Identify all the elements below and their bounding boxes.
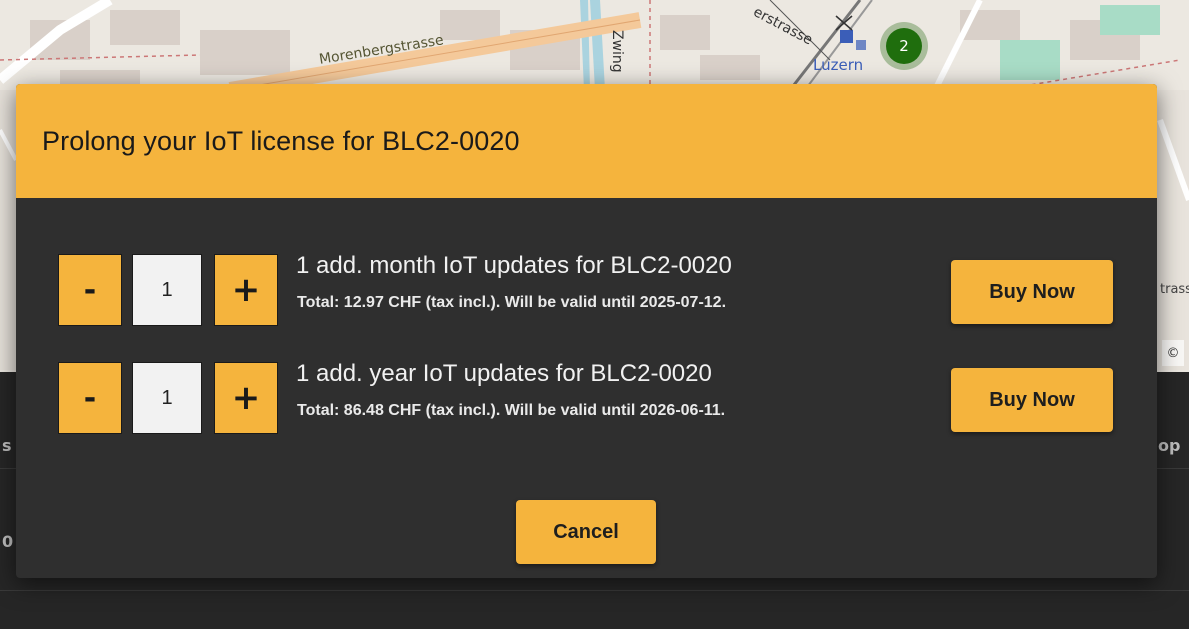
decrement-button[interactable]: - xyxy=(58,362,122,434)
buy-now-button-year[interactable]: Buy Now xyxy=(951,368,1113,432)
offer-title: 1 add. year IoT updates for BLC2-0020 xyxy=(296,360,712,387)
cancel-button[interactable]: Cancel xyxy=(516,500,656,564)
map-copyright-icon[interactable]: © xyxy=(1162,340,1184,366)
offer-row-month: - + 1 add. month IoT updates for BLC2-00… xyxy=(58,252,1128,328)
increment-button[interactable]: + xyxy=(214,254,278,326)
offer-total: Total: 86.48 CHF (tax incl.). Will be va… xyxy=(297,402,726,419)
prolong-license-dialog: Prolong your IoT license for BLC2-0020 -… xyxy=(16,84,1157,578)
quantity-input[interactable] xyxy=(132,254,202,326)
map-cluster-count: 2 xyxy=(886,28,922,64)
offer-total: Total: 12.97 CHF (tax incl.). Will be va… xyxy=(297,294,727,311)
page-text-fragment: op xyxy=(1158,436,1181,455)
dialog-title: Prolong your IoT license for BLC2-0020 xyxy=(42,126,520,156)
dialog-header: Prolong your IoT license for BLC2-0020 xyxy=(16,84,1157,198)
page-divider xyxy=(0,590,1189,591)
decrement-button[interactable]: - xyxy=(58,254,122,326)
map-cluster-marker[interactable]: 2 xyxy=(880,22,928,70)
offer-row-year: - + 1 add. year IoT updates for BLC2-002… xyxy=(58,360,1128,436)
map-street-label-zwing: Zwing xyxy=(609,30,625,73)
page-text-fragment: s xyxy=(2,436,12,455)
quantity-input[interactable] xyxy=(132,362,202,434)
offer-title: 1 add. month IoT updates for BLC2-0020 xyxy=(296,252,732,279)
increment-button[interactable]: + xyxy=(214,362,278,434)
buy-now-button-month[interactable]: Buy Now xyxy=(951,260,1113,324)
map-city-label: Luzern xyxy=(813,56,864,74)
map-edge-label: trass xyxy=(1160,282,1189,297)
page-text-fragment: 0 xyxy=(2,532,14,551)
app-stage: Morenbergstrasse Zwing erstrasse Luzern … xyxy=(0,0,1189,629)
